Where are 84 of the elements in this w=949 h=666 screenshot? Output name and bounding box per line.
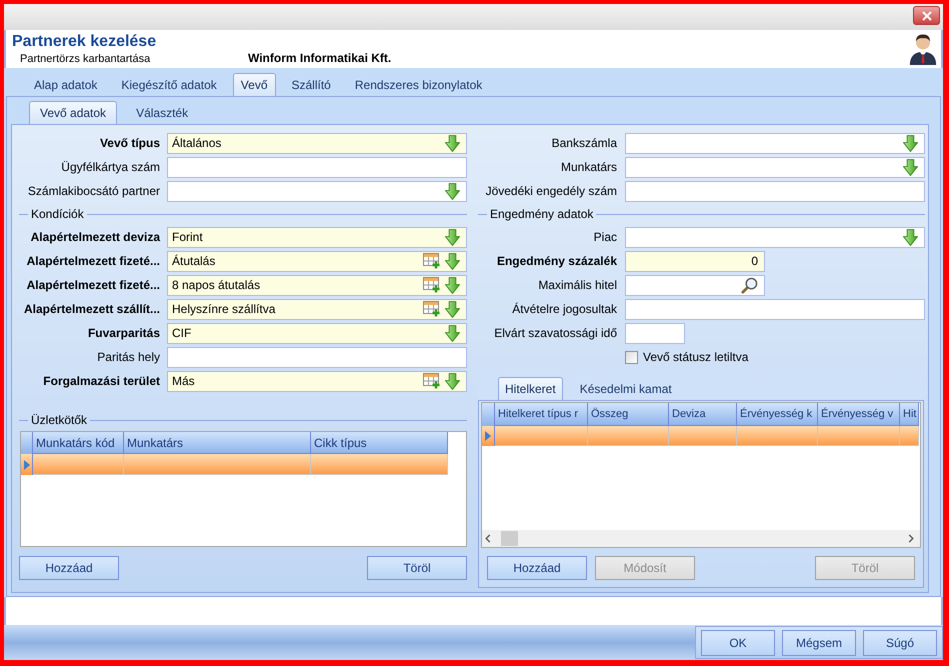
arrow-down-icon[interactable] [445,276,460,294]
dropdown-field[interactable]: Forint [167,226,467,248]
close-icon [922,10,932,20]
tab[interactable]: Választék [125,101,200,124]
scrollbar-thumb[interactable] [501,531,518,546]
window-subtitle: Partnertörzs karbantartása [19,52,152,66]
arrow-down-icon[interactable] [445,252,460,270]
tab[interactable]: Késedelmi kamat [572,377,679,400]
dropdown-field[interactable] [625,156,925,178]
group-title: Üzletkötők [30,412,88,429]
arrow-down-icon[interactable] [903,134,918,152]
field-label: Ügyfélkártya szám [60,159,161,176]
dropdown-field[interactable]: Más [167,370,467,392]
table-add-icon[interactable] [423,301,441,317]
tab[interactable]: Kiegészítő adatok [113,73,225,96]
action-button[interactable]: Hozzáad [487,556,587,580]
field-label: Paritás hely [96,349,161,366]
group-title: Engedmény adatok [489,206,594,223]
tab[interactable]: Alap adatok [26,73,106,96]
search-icon[interactable] [741,276,758,294]
text-field[interactable] [167,156,467,178]
dialog-button[interactable]: Súgó [863,630,937,656]
table-add-icon[interactable] [423,373,441,389]
dropdown-field[interactable] [625,226,925,248]
field-label: Piac [592,229,618,246]
window-title: Partnerek kezelése [12,32,158,51]
tab[interactable]: Hitelkeret [498,377,563,400]
arrow-down-icon[interactable] [903,228,918,246]
field-label: Maximális hitel [537,277,618,294]
action-button[interactable]: Töröl [367,556,467,580]
text-field[interactable] [167,346,467,368]
arrow-down-icon[interactable] [445,324,460,342]
dropdown-field[interactable] [625,132,925,154]
dialog-button[interactable]: OK [701,630,775,656]
text-field[interactable] [625,298,925,320]
field-label: Bankszámla [550,135,618,152]
field-label: Jövedéki engedély szám [484,183,618,200]
field-label: Munkatárs [560,159,618,176]
arrow-down-icon[interactable] [445,182,460,200]
dialog-button[interactable]: Mégsem [782,630,856,656]
tab[interactable]: Szállító [284,73,339,96]
field-label: Alapértelmezett fizeté... [26,277,161,294]
arrow-down-icon[interactable] [445,134,460,152]
current-row-icon [485,431,491,441]
text-field[interactable] [625,322,685,344]
chevron-left-icon[interactable] [485,534,491,543]
group-title: Kondíciók [30,206,85,223]
field-label: Alapértelmezett deviza [30,229,162,246]
field-label: Átvételre jogosultak [511,301,618,318]
dropdown-field[interactable] [167,180,467,202]
field-label: Engedmény százalék [496,253,618,270]
field-label: Vevő típus [98,135,161,152]
tab[interactable]: Vevő adatok [29,101,118,124]
table-add-icon[interactable] [423,253,441,269]
arrow-down-icon[interactable] [903,158,918,176]
field-label: Számlakibocsátó partner [26,183,161,200]
dropdown-field[interactable]: Átutalás [167,250,467,272]
tab[interactable]: Vevő [232,73,276,96]
arrow-down-icon[interactable] [445,300,460,318]
close-button[interactable] [913,6,940,25]
action-button[interactable]: Hozzáad [19,556,119,580]
horizontal-scrollbar[interactable] [482,530,920,547]
dropdown-field[interactable]: Helyszínre szállítva [167,298,467,320]
arrow-down-icon[interactable] [445,228,460,246]
field-label: Alapértelmezett szállít... [22,301,161,318]
field-label: Forgalmazási terület [42,373,161,390]
table-add-icon[interactable] [423,277,441,293]
field-label: Fuvarparitás [86,325,161,342]
current-row-icon [24,460,30,470]
checkbox-label: Vevő státusz letiltva [643,349,748,366]
arrow-down-icon[interactable] [445,372,460,390]
user-icon [908,33,938,65]
chevron-right-icon[interactable] [908,534,914,543]
tab[interactable]: Rendszeres bizonylatok [346,73,490,96]
number-field[interactable]: 0 [625,250,765,272]
lookup-field[interactable] [625,274,765,296]
text-field[interactable] [625,180,925,202]
dropdown-field[interactable]: Általános [167,132,467,154]
field-label: Alapértelmezett fizeté... [26,253,161,270]
checkbox[interactable] [625,350,638,364]
dropdown-field[interactable]: CIF [167,322,467,344]
dropdown-field[interactable]: 8 napos átutalás [167,274,467,296]
field-label: Elvárt szavatossági idő [493,325,618,342]
company-name: Winform Informatikai Kft. [248,51,392,65]
